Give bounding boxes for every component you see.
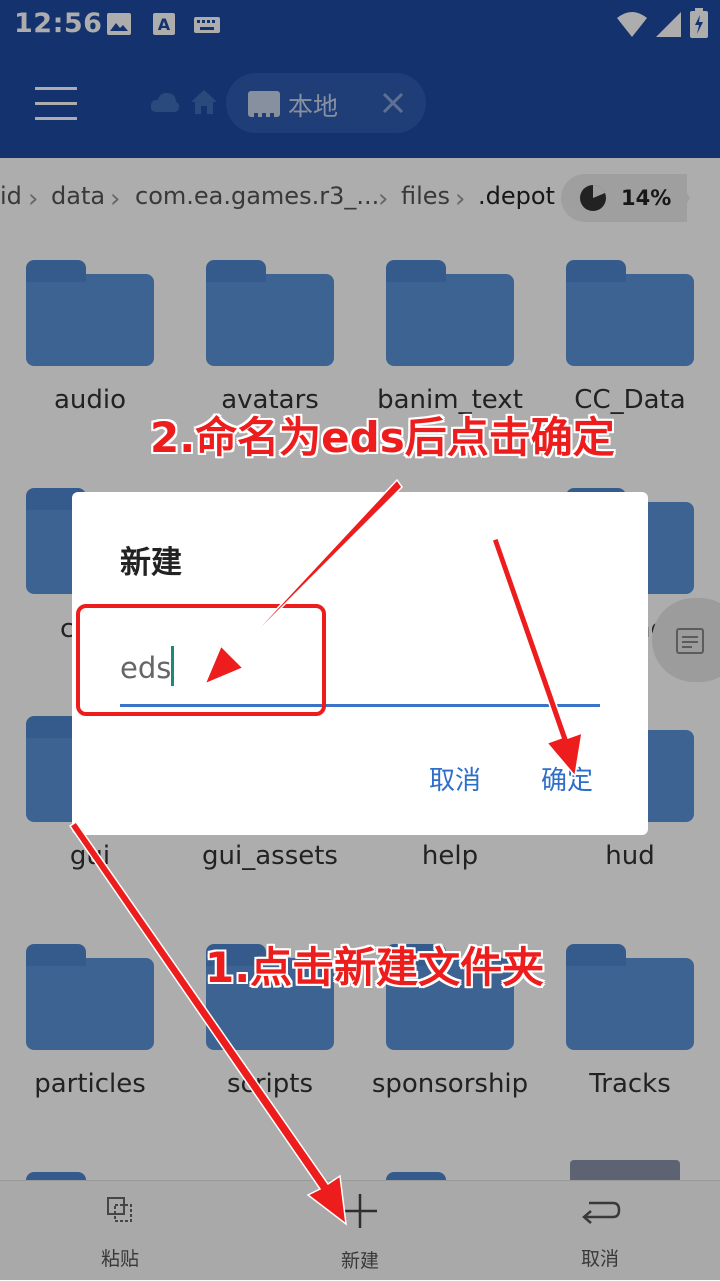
annotation-arrows [68,478,583,1226]
arrow-to-new-button [68,820,347,1226]
arrow-to-input [203,478,403,686]
annotation-step2: 2.命名为eds后点击确定 [150,413,615,462]
annotation-step1: 1.点击新建文件夹 [205,943,545,992]
arrow-to-confirm [491,537,583,778]
